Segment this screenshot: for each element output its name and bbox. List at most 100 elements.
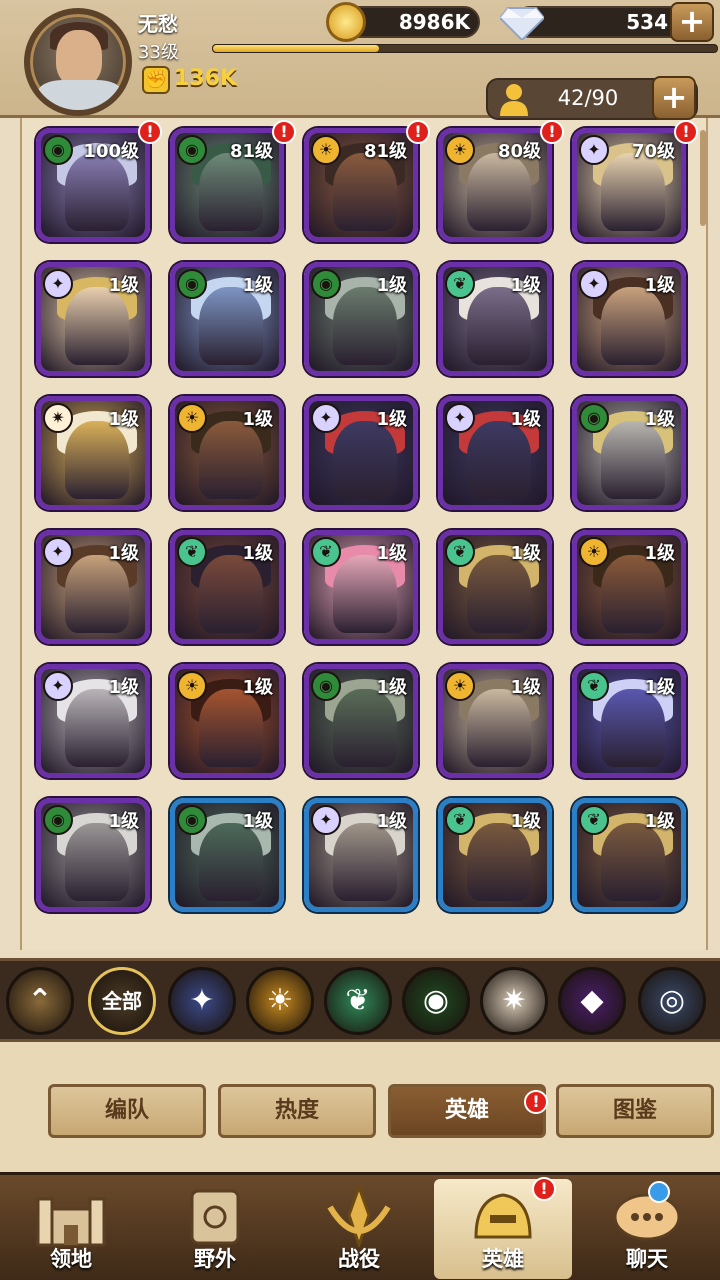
nav-crossed-swords[interactable]: 战役 <box>290 1179 428 1279</box>
hero-grid: ◉ 100级! ◉ 81级! ☀ 81级! ☀ 80级! ✦ 70级! ✦ 1级 ◉ 1级 ◉ 1级 ❦ 1级 ✦ 1… <box>20 118 708 950</box>
hero-portrait <box>199 823 263 901</box>
hero-portrait <box>333 555 397 633</box>
hero-count: 42/90 <box>557 86 619 110</box>
exp-fill <box>213 45 380 52</box>
hero-card[interactable]: ✦ 1级 <box>438 396 552 510</box>
filter-hypogean[interactable]: ◆ <box>558 967 626 1035</box>
avatar-armor <box>38 80 122 110</box>
filter-lightbearer[interactable]: ✦ <box>168 967 236 1035</box>
hero-level: 1级 <box>376 409 407 430</box>
hero-level: 1级 <box>644 543 675 564</box>
hero-level: 1级 <box>376 677 407 698</box>
collapse-button[interactable]: ⌃ <box>6 967 74 1035</box>
star-compass-icon: ✦ <box>43 269 73 299</box>
hero-portrait <box>333 421 397 499</box>
player-level: 33级 <box>138 42 179 63</box>
chat-icon <box>613 1193 681 1241</box>
hero-card[interactable]: ◉ 1级 <box>304 262 418 376</box>
green-eye-icon: ◉ <box>177 269 207 299</box>
white-star-icon: ✷ <box>43 403 73 433</box>
purple-diamond-icon: ◆ <box>580 983 604 1018</box>
player-avatar[interactable] <box>24 8 132 116</box>
upgrade-alert-badge: ! <box>272 120 296 144</box>
hero-card[interactable]: ◉ 1级 <box>36 798 150 912</box>
filter-all[interactable]: 全部 <box>88 967 156 1035</box>
subtab-0[interactable]: 编队 <box>48 1084 206 1138</box>
hero-card[interactable]: ❦ 1级 <box>170 530 284 644</box>
white-star-icon: ✷ <box>501 983 527 1018</box>
hero-portrait <box>65 287 129 365</box>
double-chevron-up-icon: ⌃ <box>27 983 53 1018</box>
gem-value: 534 <box>626 10 668 34</box>
hero-level: 100级 <box>83 141 139 162</box>
notification-dot <box>648 1181 670 1203</box>
leaf-icon: ❦ <box>445 537 475 567</box>
hero-card[interactable]: ❦ 1级 <box>572 664 686 778</box>
hero-card[interactable]: ☀ 80级 <box>438 128 552 242</box>
hero-card[interactable]: ❦ 1级 <box>438 262 552 376</box>
filter-graveborn[interactable]: ◉ <box>402 967 470 1035</box>
hero-grid-scrollbar[interactable] <box>700 130 706 226</box>
star-compass-icon: ✦ <box>189 983 215 1018</box>
shield-disc-icon: ◎ <box>658 983 686 1018</box>
filter-celestial[interactable]: ✷ <box>480 967 548 1035</box>
hero-card[interactable]: ✦ 70级 <box>572 128 686 242</box>
hero-card[interactable]: ◉ 1级 <box>572 396 686 510</box>
nav-label: 野外 <box>194 1247 236 1271</box>
hero-card[interactable]: ◉ 1级 <box>170 798 284 912</box>
hero-card[interactable]: ☀ 1级 <box>438 664 552 778</box>
leaf-icon: ❦ <box>579 805 609 835</box>
hero-card[interactable]: ❦ 1级 <box>438 530 552 644</box>
hero-card[interactable]: ☀ 81级 <box>304 128 418 242</box>
nav-chat[interactable]: 聊天 <box>578 1179 716 1279</box>
hero-card[interactable]: ☀ 1级 <box>572 530 686 644</box>
add-gems-button[interactable]: + <box>670 2 714 42</box>
subtab-2[interactable]: 英雄 <box>388 1084 546 1138</box>
hero-card[interactable]: ◉ 81级 <box>170 128 284 242</box>
hero-card[interactable]: ✦ 1级 <box>304 798 418 912</box>
hero-portrait <box>467 421 531 499</box>
hero-card[interactable]: ◉ 100级 <box>36 128 150 242</box>
filter-dimensional[interactable]: ◎ <box>638 967 706 1035</box>
sun-fist-icon: ☀ <box>445 671 475 701</box>
hero-level: 1级 <box>242 409 273 430</box>
hero-card[interactable]: ❦ 1级 <box>572 798 686 912</box>
hero-portrait <box>333 287 397 365</box>
hero-level: 80级 <box>497 141 541 162</box>
upgrade-alert-badge: ! <box>674 120 698 144</box>
green-eye-icon: ◉ <box>43 805 73 835</box>
hero-card[interactable]: ◉ 1级 <box>304 664 418 778</box>
diamond-icon <box>500 7 544 40</box>
subtab-1[interactable]: 热度 <box>218 1084 376 1138</box>
hero-card[interactable]: ✦ 1级 <box>304 396 418 510</box>
hero-card[interactable]: ☀ 1级 <box>170 664 284 778</box>
hero-portrait <box>467 153 531 231</box>
hero-card[interactable]: ✦ 1级 <box>36 262 150 376</box>
hero-level: 1级 <box>644 677 675 698</box>
hero-card[interactable]: ✦ 1级 <box>36 530 150 644</box>
hero-portrait <box>199 287 263 365</box>
nav-castle[interactable]: 领地 <box>2 1179 140 1279</box>
nav-label: 战役 <box>338 1247 380 1271</box>
leaf-icon: ❦ <box>445 805 475 835</box>
expand-hero-slots-button[interactable]: + <box>652 76 696 120</box>
filter-mauler[interactable]: ☀ <box>246 967 314 1035</box>
hero-level: 1级 <box>242 811 273 832</box>
hero-portrait <box>199 555 263 633</box>
hero-card[interactable]: ❦ 1级 <box>438 798 552 912</box>
hero-card[interactable]: ✷ 1级 <box>36 396 150 510</box>
nav-scroll-map[interactable]: 野外 <box>146 1179 284 1279</box>
hero-card[interactable]: ✦ 1级 <box>36 664 150 778</box>
fist-icon: ✊ <box>142 66 170 94</box>
hero-level: 1级 <box>510 543 541 564</box>
filter-wilder[interactable]: ❦ <box>324 967 392 1035</box>
hero-card[interactable]: ☀ 1级 <box>170 396 284 510</box>
subtab-3[interactable]: 图鉴 <box>556 1084 714 1138</box>
hero-card[interactable]: ✦ 1级 <box>572 262 686 376</box>
leaf-icon: ❦ <box>177 537 207 567</box>
hero-card[interactable]: ◉ 1级 <box>170 262 284 376</box>
hero-level: 1级 <box>510 677 541 698</box>
leaf-icon: ❦ <box>311 537 341 567</box>
hero-card[interactable]: ❦ 1级 <box>304 530 418 644</box>
hero-portrait <box>65 555 129 633</box>
